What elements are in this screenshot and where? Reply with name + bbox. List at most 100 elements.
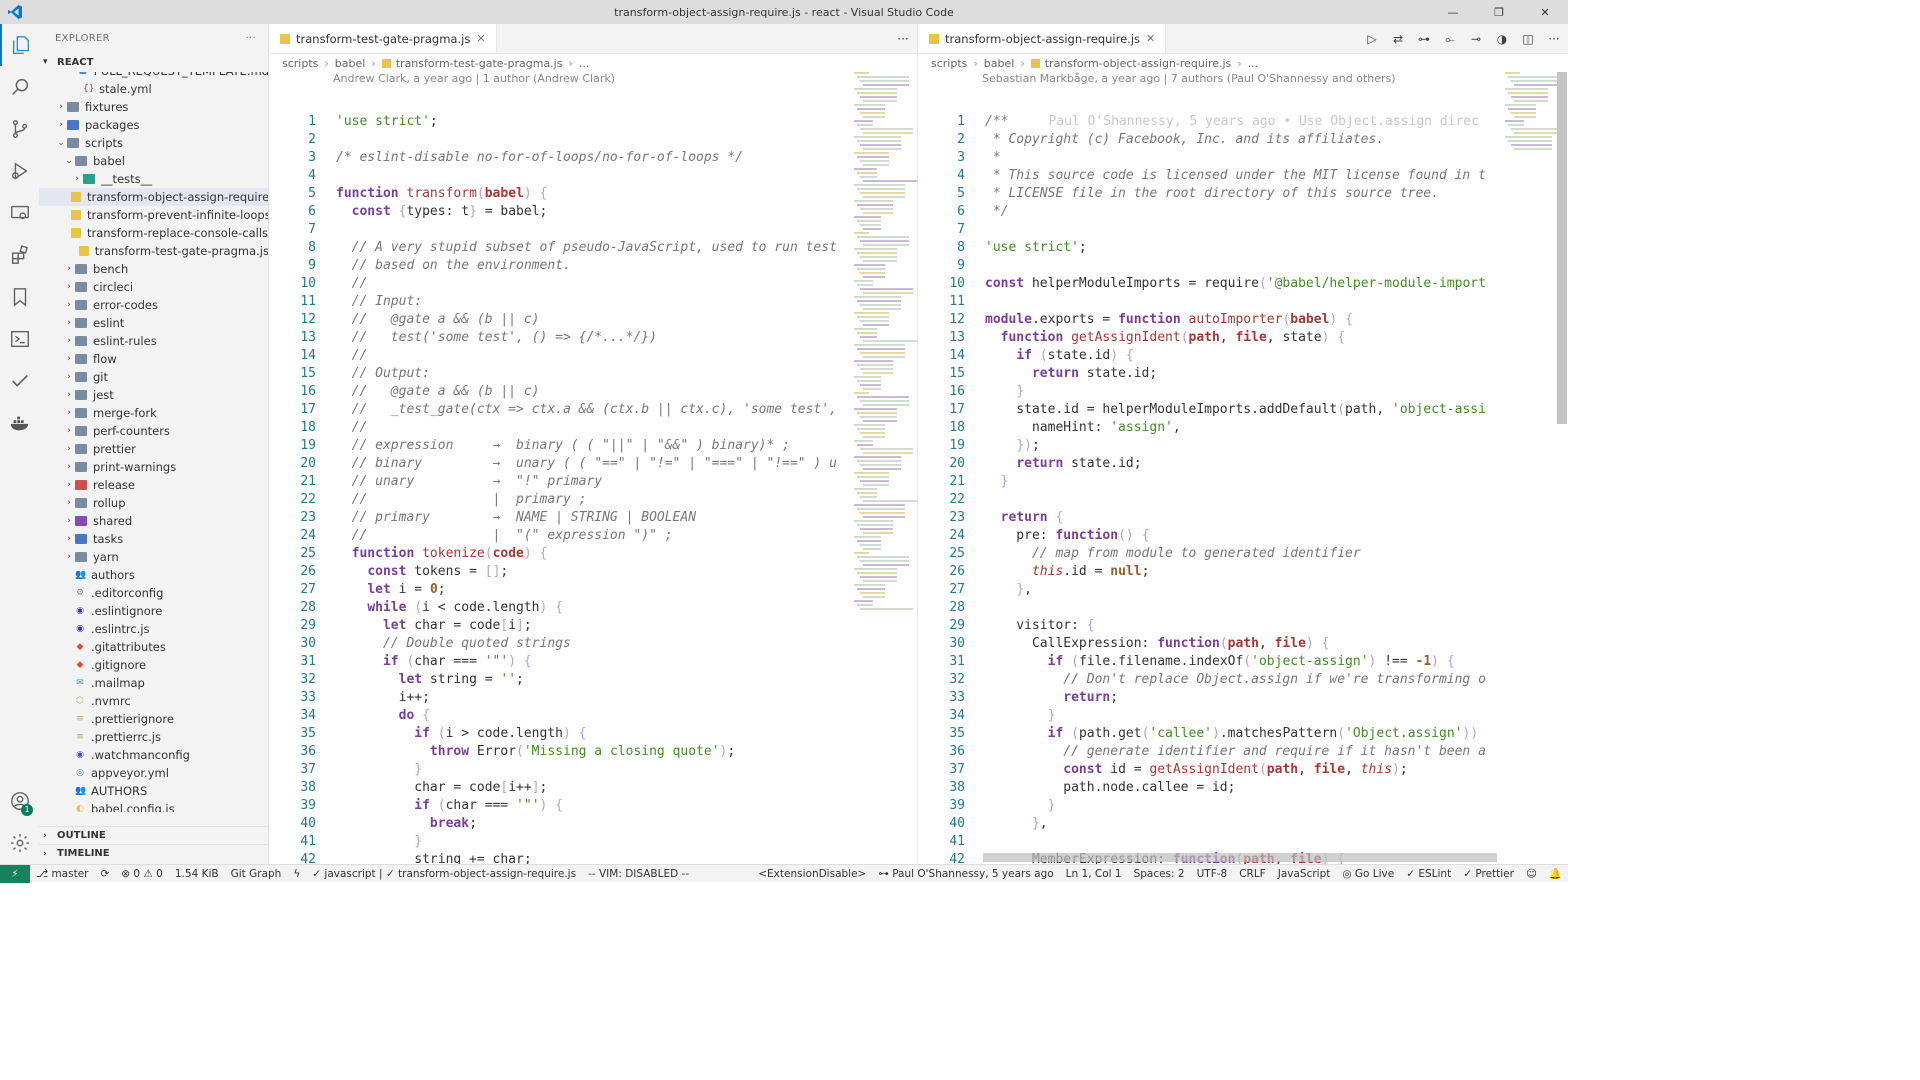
cursor-position[interactable]: Ln 1, Col 1 [1060,868,1128,880]
indentation[interactable]: Spaces: 2 [1128,868,1191,880]
extension-disable[interactable]: <ExtensionDisable> [752,868,872,880]
more-actions-icon[interactable]: ··· [246,33,256,44]
tree-item[interactable]: {} stale.yml [39,80,268,98]
close-tab-icon[interactable]: ✕ [1146,32,1155,45]
workspace-root[interactable]: ▾ REACT [39,52,268,72]
tree-item[interactable]: transform-object-assign-require.js [39,188,268,206]
sync-icon[interactable]: ⟳ [94,868,115,880]
tree-item[interactable]: ◆ .gitignore [39,656,268,674]
tree-item[interactable]: › rollup [39,494,268,512]
tree-item[interactable]: ◉ .eslintignore [39,602,268,620]
breadcrumb-file[interactable]: transform-test-gate-pragma.js [396,57,563,70]
more-actions-icon[interactable]: ··· [895,32,911,46]
tree-item[interactable]: › bench [39,260,268,278]
tree-item[interactable]: ◉ .watchmanconfig [39,746,268,764]
notifications-icon[interactable]: 🔔 [1543,867,1568,880]
breadcrumb-scripts[interactable]: scripts [931,57,967,70]
tree-item[interactable]: › fixtures [39,98,268,116]
close-tab-icon[interactable]: ✕ [476,32,485,45]
breadcrumb-file[interactable]: transform-object-assign-require.js [1045,57,1232,70]
tree-item[interactable]: › error-codes [39,296,268,314]
tree-item[interactable]: › print-warnings [39,458,268,476]
go-live-button[interactable]: ◎ Go Live [1336,868,1400,880]
end-of-line[interactable]: CRLF [1233,868,1272,880]
explorer-icon[interactable] [0,24,39,66]
run-file-icon[interactable]: ▷ [1364,32,1380,46]
toggle-blame-icon[interactable]: ◑ [1494,32,1510,46]
tree-item[interactable]: ◐ babel.config.js [39,800,268,812]
open-changes-icon[interactable]: ⇄ [1390,32,1406,46]
language-check[interactable]: ✓ javascript | ✓ transform-object-assign… [306,868,582,880]
run-debug-icon[interactable] [0,150,39,192]
tree-item[interactable]: › prettier [39,440,268,458]
maximize-button[interactable]: ❐ [1476,0,1522,24]
code-area[interactable]: 1 /** Paul O'Shannessy, 5 years ago • Use … [919,113,1497,864]
tree-item[interactable]: ✉ .mailmap [39,674,268,692]
breadcrumb-babel[interactable]: babel [984,57,1015,70]
breadcrumb-symbol[interactable]: ... [579,57,590,70]
search-icon[interactable] [0,66,39,108]
timeline-section[interactable]: › TIMELINE [39,844,268,862]
tree-item[interactable]: › release [39,476,268,494]
breadcrumb-symbol[interactable]: ... [1248,57,1259,70]
minimize-button[interactable]: — [1430,0,1476,24]
accounts-icon[interactable]: 1 [0,780,39,822]
tab-transform-test-gate-pragma[interactable]: transform-test-gate-pragma.js ✕ [270,24,497,53]
minimap[interactable] [1505,72,1564,632]
tree-item[interactable]: ≡ .prettierrc.js [39,728,268,746]
git-graph-button[interactable]: Git Graph [225,868,288,880]
tree-item[interactable]: transform-test-gate-pragma.js [39,242,268,260]
language-mode[interactable]: JavaScript [1272,868,1337,880]
tree-item[interactable]: › git [39,368,268,386]
tree-item[interactable]: › jest [39,386,268,404]
tree-item[interactable]: › packages [39,116,268,134]
next-revision-icon[interactable]: ⊸ [1468,32,1484,46]
remote-indicator-icon[interactable]: ⚡ [0,864,30,883]
encoding[interactable]: UTF-8 [1191,868,1234,880]
close-window-button[interactable]: ✕ [1522,0,1568,24]
remote-explorer-icon[interactable] [0,192,39,234]
tree-item[interactable]: › shared [39,512,268,530]
minimap[interactable] [854,72,917,632]
tree-item[interactable]: transform-prevent-infinite-loops.js [39,206,268,224]
feedback-icon[interactable]: ☺ [1520,868,1543,880]
status-blame[interactable]: ⊶ Paul O'Shannessy, 5 years ago [872,868,1059,880]
tree-item[interactable]: › perf-counters [39,422,268,440]
tree-item[interactable]: › yarn [39,548,268,566]
tree-item[interactable]: › eslint [39,314,268,332]
tree-item[interactable]: ◆ .gitattributes [39,638,268,656]
tree-item[interactable]: ⌄ scripts [39,134,268,152]
docker-icon[interactable] [0,402,39,444]
tree-item[interactable]: › tasks [39,530,268,548]
horizontal-scrollbar[interactable] [983,853,1497,862]
breadcrumb-babel[interactable]: babel [335,57,366,70]
outline-section[interactable]: › OUTLINE [39,826,268,844]
tree-item[interactable]: ⬡ .nvmrc [39,692,268,710]
vertical-scrollbar[interactable] [1557,72,1567,424]
breadcrumb-scripts[interactable]: scripts [282,57,318,70]
tree-item[interactable]: › merge-fork [39,404,268,422]
tree-item[interactable]: › circleci [39,278,268,296]
tree-item[interactable]: ⚙ .editorconfig [39,584,268,602]
terminal-panel-icon[interactable] [0,318,39,360]
previous-revision-icon[interactable]: ⟜ [1442,32,1458,47]
tree-item[interactable]: transform-replace-console-calls.js [39,224,268,242]
split-editor-icon[interactable]: ◫ [1520,32,1536,46]
lightning-icon[interactable]: ϟ [287,868,306,880]
tree-item[interactable]: ⌄ babel [39,152,268,170]
tree-item[interactable]: › __tests__ [39,170,268,188]
more-actions-icon[interactable]: ··· [1546,32,1562,46]
tree-item[interactable]: 👥 authors [39,566,268,584]
source-control-icon[interactable] [0,108,39,150]
tree-item[interactable]: ◎ appveyor.yml [39,764,268,782]
prettier-status[interactable]: ✓ Prettier [1457,868,1520,880]
tree-item[interactable]: › flow [39,350,268,368]
codelens-blame[interactable]: Andrew Clark, a year ago | 1 author (And… [270,72,917,89]
tree-item[interactable]: ■ PULL_REQUEST_TEMPLATE.md [39,72,269,80]
tree-item[interactable]: › eslint-rules [39,332,268,350]
problems-count[interactable]: ⊗ 0 ⚠ 0 [115,868,169,880]
code-area[interactable]: 1'use strict'; 2 3/* eslint-disable no-for… [270,113,848,864]
settings-gear-icon[interactable] [0,822,39,864]
bookmarks-icon[interactable] [0,276,39,318]
eslint-status[interactable]: ✓ ESLint [1400,868,1457,880]
